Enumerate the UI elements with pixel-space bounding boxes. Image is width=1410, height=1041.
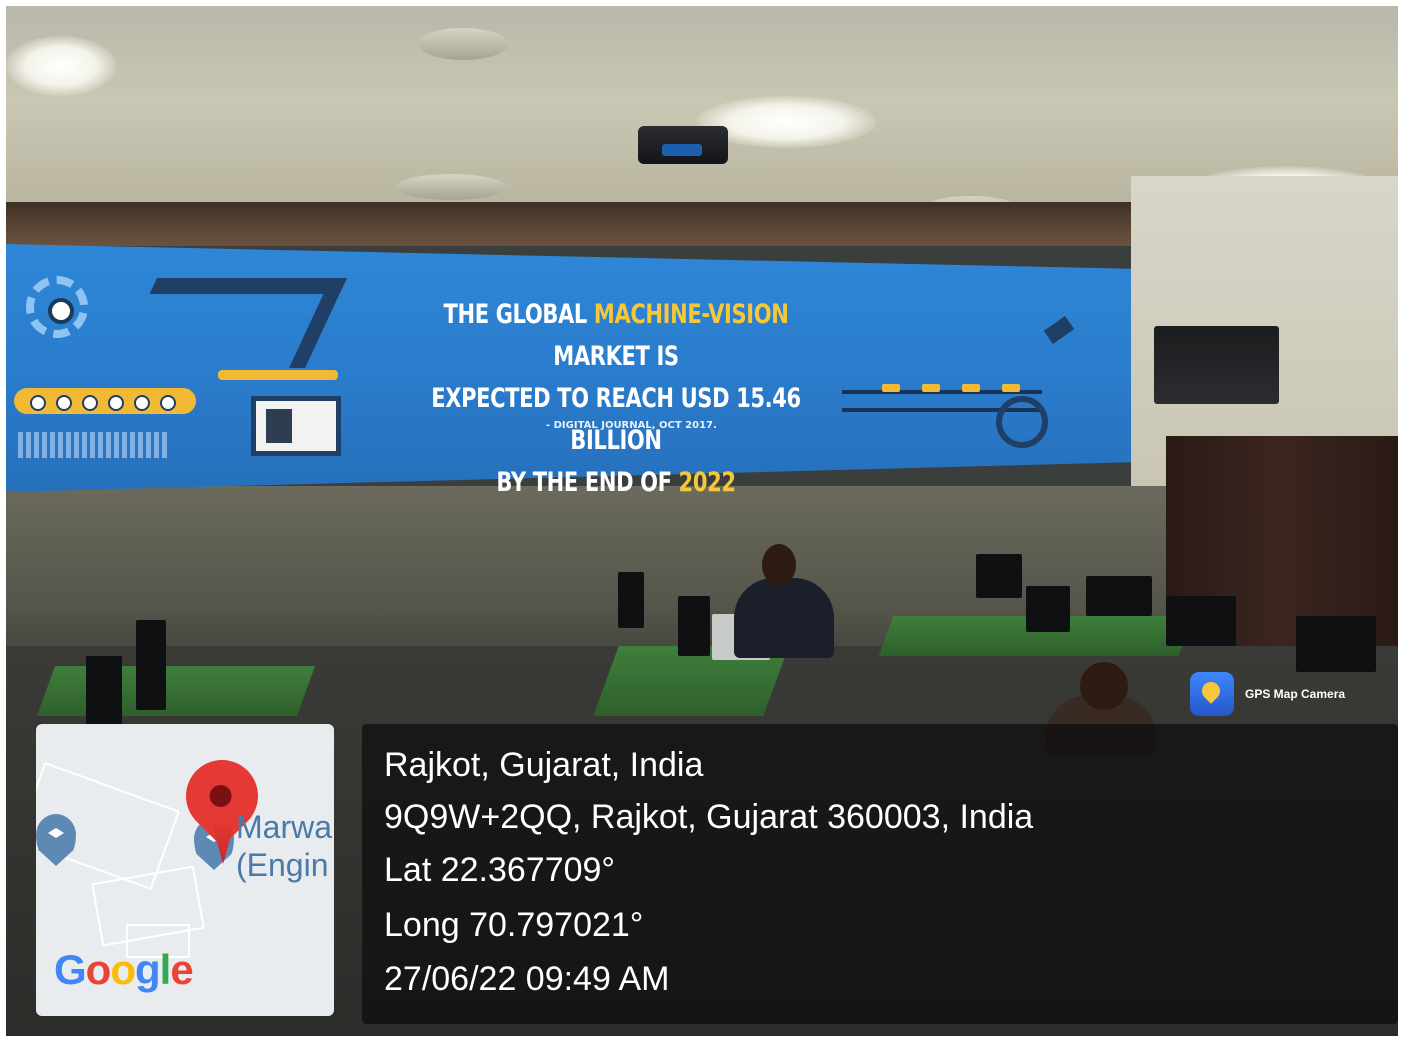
- latitude: Lat 22.367709°: [384, 851, 616, 889]
- map-thumbnail: Marwa (Engin Google: [36, 724, 334, 1016]
- gear-icon: [26, 276, 88, 338]
- computer-monitor: [678, 596, 710, 656]
- banner-source: - DIGITAL JOURNAL, OCT 2017.: [546, 420, 717, 431]
- ceiling-light: [6, 36, 116, 96]
- computer-monitor: [1086, 576, 1152, 616]
- institute-logo: [18, 432, 168, 458]
- wall-speaker: [1154, 326, 1279, 404]
- computer-monitor: [618, 572, 644, 628]
- computer-monitor: [976, 554, 1022, 598]
- wheel-illustration: [996, 396, 1048, 448]
- computer-monitor: [1296, 616, 1376, 672]
- timestamp: 27/06/22 09:49 AM: [384, 960, 670, 998]
- ceiling-fan: [418, 28, 508, 60]
- computer-monitor: [86, 656, 122, 726]
- conveyor-illustration: [14, 388, 196, 414]
- computer-monitor: [1166, 596, 1236, 646]
- gps-map-camera-icon: [1190, 672, 1234, 716]
- projector: [638, 126, 728, 164]
- banner-headline: THE GLOBAL MACHINE-VISION MARKET IS EXPE…: [431, 299, 801, 498]
- google-logo: Google: [54, 946, 194, 993]
- computer-monitor: [1026, 586, 1070, 632]
- person: [734, 578, 834, 658]
- app-name: GPS Map Camera: [1245, 687, 1346, 701]
- monitor-icon: [251, 396, 341, 456]
- computer-monitor: [136, 620, 166, 710]
- person-head: [762, 544, 796, 586]
- conveyor-illustration: [218, 370, 338, 380]
- lab-desk: [36, 666, 316, 716]
- location-address: 9Q9W+2QQ, Rajkot, Gujarat 360003, India: [384, 798, 1034, 836]
- longitude: Long 70.797021°: [384, 906, 644, 944]
- person-head: [1080, 662, 1128, 710]
- location-title: Rajkot, Gujarat, India: [384, 746, 704, 784]
- ceiling-fan: [396, 174, 506, 200]
- map-place-label: Marwa (Engin: [236, 809, 333, 883]
